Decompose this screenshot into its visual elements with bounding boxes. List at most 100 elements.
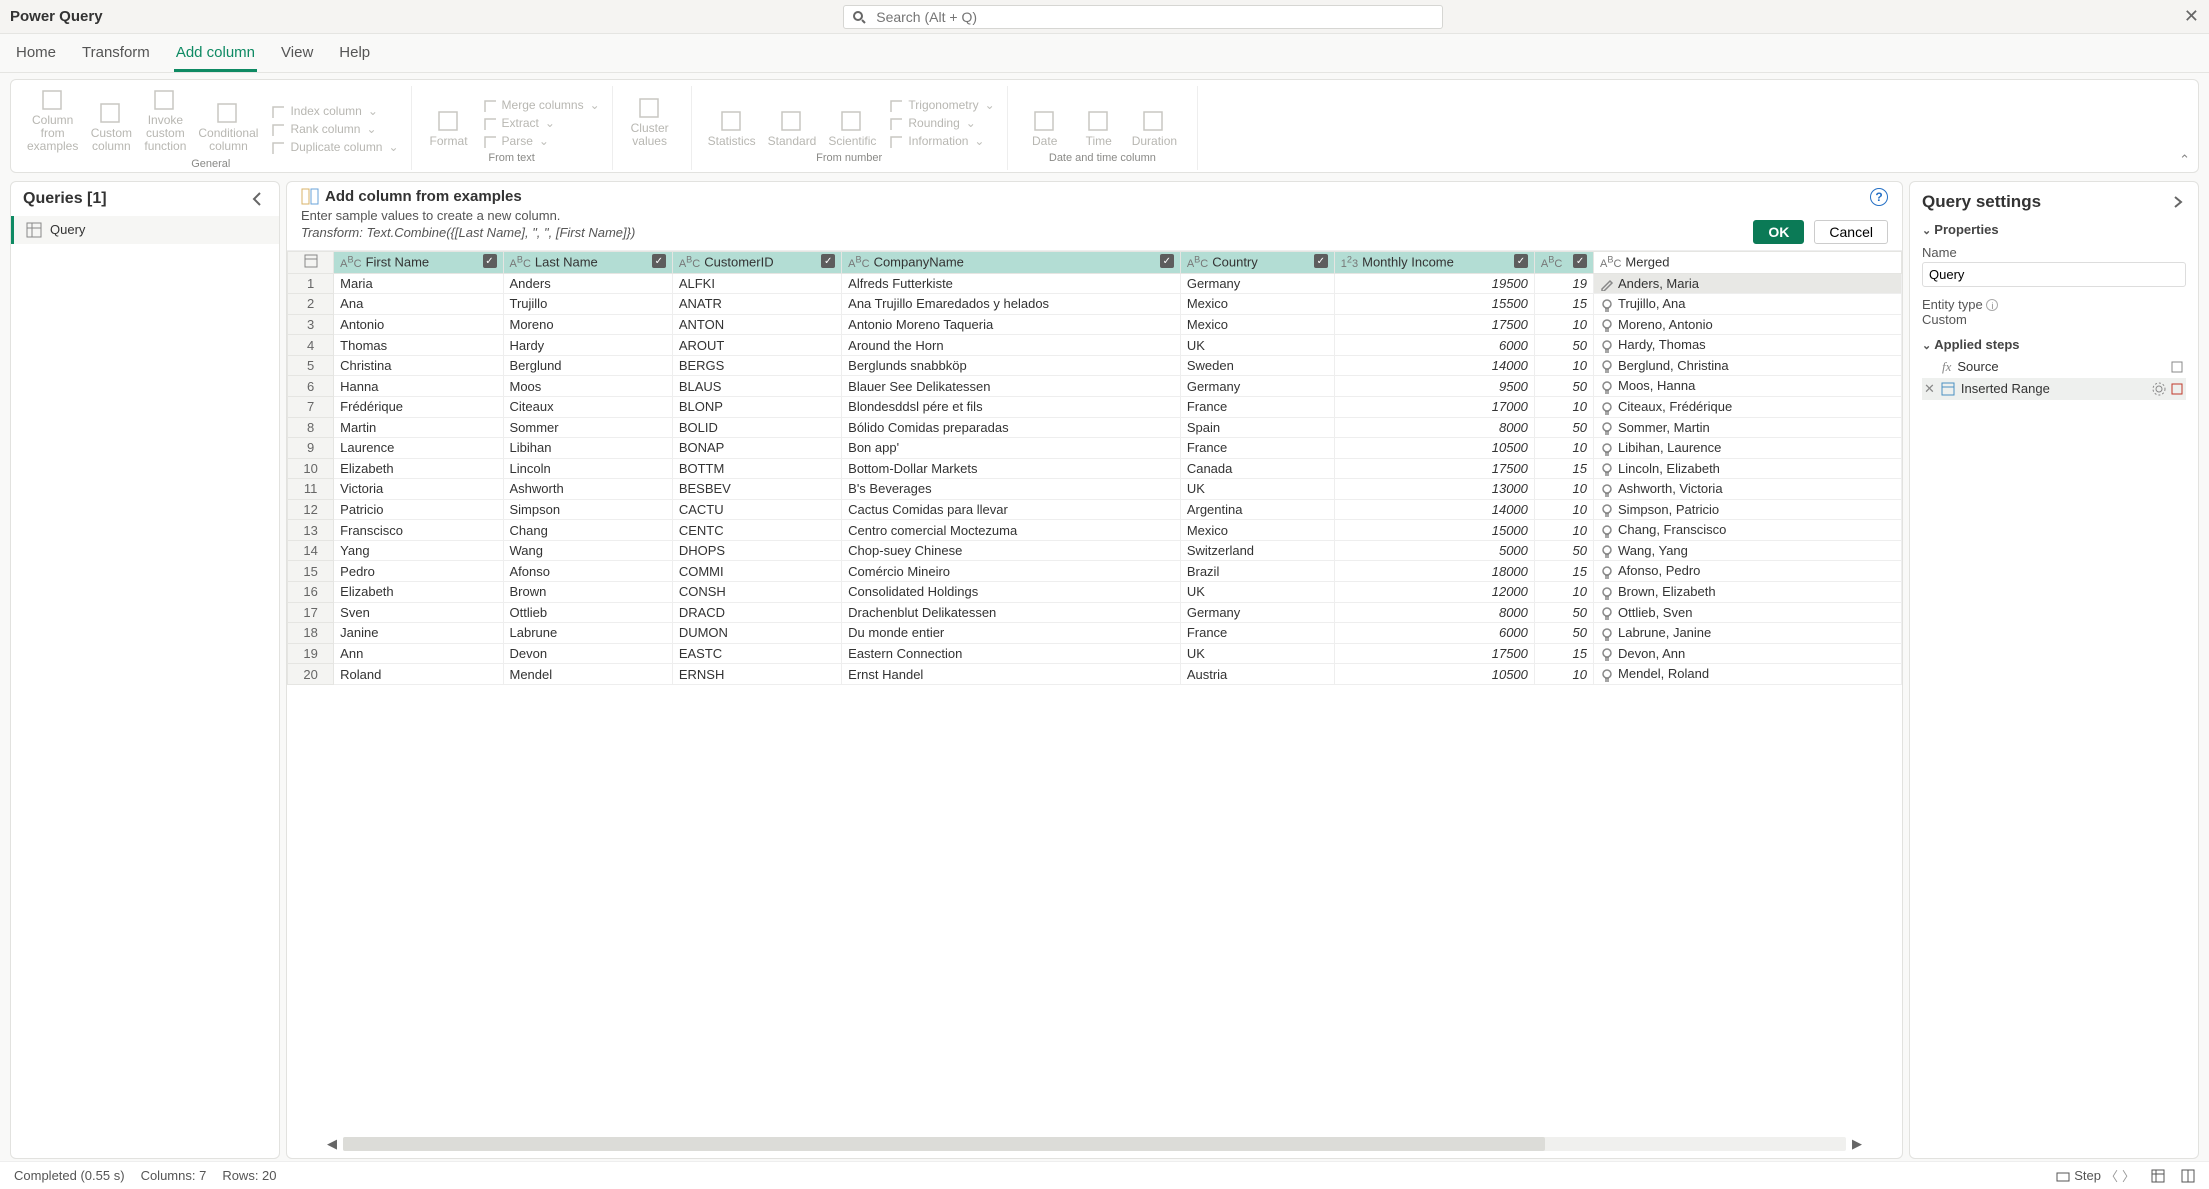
cell[interactable]: Blauer See Delikatessen [842, 376, 1181, 397]
close-icon[interactable]: ✕ [2184, 6, 2199, 27]
row-index-cell[interactable]: 7 [288, 396, 334, 417]
cell-extra[interactable]: 50 [1534, 376, 1593, 397]
step-nav-icon[interactable] [2056, 1169, 2070, 1183]
cell[interactable]: Blondesddsl pére et fils [842, 396, 1181, 417]
cell-income[interactable]: 9500 [1334, 376, 1534, 397]
cell[interactable]: Ottlieb [503, 602, 672, 623]
chevron-right-icon[interactable] [2170, 194, 2186, 210]
step-next-icon[interactable]: 〉 [2122, 1166, 2135, 1185]
cell-extra[interactable]: 10 [1534, 520, 1593, 541]
ribbon-statistics[interactable]: Statistics [702, 107, 762, 150]
cell-extra[interactable]: 10 [1534, 479, 1593, 500]
table-row[interactable]: 3AntonioMorenoANTONAntonio Moreno Taquer… [288, 314, 1902, 335]
cell[interactable]: CENTC [672, 520, 841, 541]
cell[interactable]: Lincoln [503, 458, 672, 479]
cell[interactable]: DRACD [672, 602, 841, 623]
cell[interactable]: Christina [334, 355, 503, 376]
ribbon-parse[interactable]: Parse ⌄ [480, 132, 551, 150]
cell[interactable]: France [1180, 623, 1334, 644]
cell[interactable]: Anders [503, 273, 672, 294]
cell[interactable]: Ann [334, 643, 503, 664]
cell-income[interactable]: 17500 [1334, 643, 1534, 664]
cell[interactable]: BOTTM [672, 458, 841, 479]
cell[interactable]: Around the Horn [842, 335, 1181, 356]
cell-merged[interactable]: Wang, Yang [1594, 540, 1902, 561]
search-input[interactable] [874, 8, 1434, 26]
ribbon-rounding[interactable]: Rounding ⌄ [886, 114, 977, 132]
horizontal-scrollbar[interactable]: ◀ ▶ [287, 1132, 1902, 1158]
ribbon-conditional-column[interactable]: Conditionalcolumn [192, 86, 264, 156]
search-box[interactable] [843, 5, 1443, 29]
cell[interactable]: BONAP [672, 438, 841, 459]
table-row[interactable]: 13FransciscoChangCENTCCentro comercial M… [288, 520, 1902, 541]
cell[interactable]: Canada [1180, 458, 1334, 479]
cell-merged[interactable]: Hardy, Thomas [1594, 335, 1902, 356]
cell-merged[interactable]: Lincoln, Elizabeth [1594, 458, 1902, 479]
info-icon[interactable]: i [1986, 299, 1998, 311]
row-index-cell[interactable]: 4 [288, 335, 334, 356]
cell[interactable]: Du monde entier [842, 623, 1181, 644]
cell-merged[interactable]: Moreno, Antonio [1594, 314, 1902, 335]
table-row[interactable]: 4ThomasHardyAROUTAround the HornUK600050… [288, 335, 1902, 356]
cell-merged[interactable]: Ottlieb, Sven [1594, 602, 1902, 623]
cell[interactable]: Afonso [503, 561, 672, 582]
cell-merged[interactable]: Brown, Elizabeth [1594, 582, 1902, 603]
cell-income[interactable]: 15500 [1334, 294, 1534, 315]
ribbon-trigonometry[interactable]: Trigonometry ⌄ [886, 96, 996, 114]
row-index-cell[interactable]: 18 [288, 623, 334, 644]
step-settings-icon[interactable] [2170, 382, 2184, 396]
cell-income[interactable]: 15000 [1334, 520, 1534, 541]
cell-extra[interactable]: 10 [1534, 664, 1593, 685]
cell-extra[interactable]: 10 [1534, 355, 1593, 376]
cell[interactable]: Devon [503, 643, 672, 664]
cell[interactable]: Sommer [503, 417, 672, 438]
cell[interactable]: Brazil [1180, 561, 1334, 582]
table-row[interactable]: 14YangWangDHOPSChop-suey ChineseSwitzerl… [288, 540, 1902, 561]
cell[interactable]: Wang [503, 540, 672, 561]
row-index-cell[interactable]: 10 [288, 458, 334, 479]
cell[interactable]: Pedro [334, 561, 503, 582]
cell[interactable]: Thomas [334, 335, 503, 356]
cell[interactable]: CONSH [672, 582, 841, 603]
ribbon-format[interactable]: Format [422, 107, 476, 150]
cell-merged[interactable]: Mendel, Roland [1594, 664, 1902, 685]
ribbon-duration[interactable]: Duration [1126, 107, 1183, 150]
cell-income[interactable]: 8000 [1334, 602, 1534, 623]
ribbon-rank-column[interactable]: Rank column ⌄ [268, 120, 378, 138]
row-index-cell[interactable]: 11 [288, 479, 334, 500]
cell[interactable]: Elizabeth [334, 582, 503, 603]
cell[interactable]: Citeaux [503, 396, 672, 417]
column-header[interactable]: ABCMerged [1594, 251, 1902, 273]
tab-add-column[interactable]: Add column [174, 38, 257, 72]
cell[interactable]: CACTU [672, 499, 841, 520]
table-row[interactable]: 19AnnDevonEASTCEastern ConnectionUK17500… [288, 643, 1902, 664]
cell[interactable]: Argentina [1180, 499, 1334, 520]
cell-income[interactable]: 10500 [1334, 438, 1534, 459]
applied-step[interactable]: fx Source [1922, 356, 2186, 378]
tab-view[interactable]: View [279, 38, 315, 72]
ribbon-information[interactable]: Information ⌄ [886, 132, 986, 150]
cell[interactable]: UK [1180, 582, 1334, 603]
query-item[interactable]: Query [11, 216, 279, 244]
cell-merged[interactable]: Berglund, Christina [1594, 355, 1902, 376]
cell[interactable]: Drachenblut Delikatessen [842, 602, 1181, 623]
properties-section[interactable]: Properties [1922, 218, 2186, 241]
grid-view-icon[interactable] [2151, 1169, 2165, 1183]
cell[interactable]: Ashworth [503, 479, 672, 500]
row-index-header[interactable] [288, 251, 334, 273]
cell[interactable]: BOLID [672, 417, 841, 438]
ribbon-scientific[interactable]: Scientific [822, 107, 882, 150]
cell[interactable]: UK [1180, 479, 1334, 500]
cell[interactable]: Hanna [334, 376, 503, 397]
cell[interactable]: UK [1180, 643, 1334, 664]
cell[interactable]: Trujillo [503, 294, 672, 315]
ok-button[interactable]: OK [1753, 220, 1804, 244]
data-grid[interactable]: ABCFirst Name✓ABCLast Name✓ABCCustomerID… [287, 250, 1902, 1132]
cell[interactable]: Berglund [503, 355, 672, 376]
ribbon-merge-columns[interactable]: Merge columns ⌄ [480, 96, 602, 114]
column-check-icon[interactable]: ✓ [1160, 254, 1174, 268]
cell[interactable]: Germany [1180, 376, 1334, 397]
cell[interactable]: ALFKI [672, 273, 841, 294]
cell[interactable]: BLONP [672, 396, 841, 417]
cell[interactable]: Switzerland [1180, 540, 1334, 561]
